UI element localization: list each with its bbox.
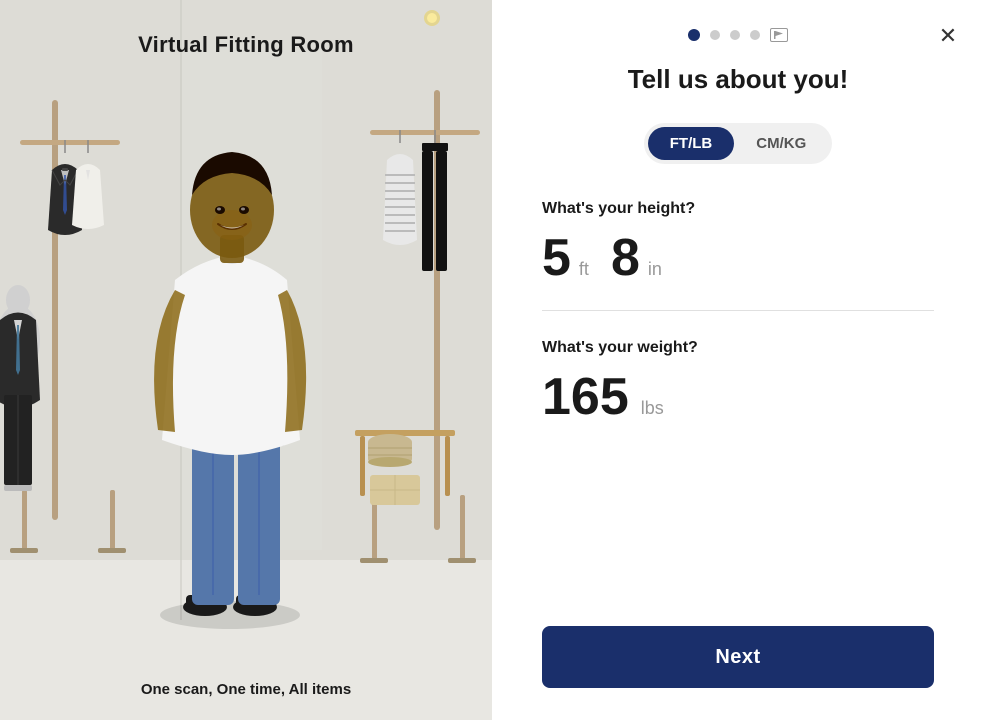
right-panel: ✕ Tell us about you! FT/LB CM/KG What's … — [492, 0, 984, 720]
weight-section: What's your weight? 165 lbs — [542, 339, 934, 431]
weight-value-row: 165 lbs — [542, 371, 934, 423]
unit-cmkg-button[interactable]: CM/KG — [734, 127, 828, 160]
height-label: What's your height? — [542, 200, 934, 218]
progress-dot-2 — [710, 30, 720, 40]
height-inches-value: 8 — [611, 232, 640, 284]
weight-unit: lbs — [641, 398, 664, 419]
progress-flag-icon — [770, 28, 788, 42]
unit-toggle: FT/LB CM/KG — [644, 123, 833, 164]
height-feet-value: 5 — [542, 232, 571, 284]
height-feet-unit: ft — [579, 259, 589, 280]
close-button[interactable]: ✕ — [932, 20, 964, 52]
progress-indicator — [542, 0, 934, 42]
progress-dot-1 — [688, 29, 700, 41]
height-section: What's your height? 5 ft 8 in — [542, 200, 934, 292]
height-value-row: 5 ft 8 in — [542, 232, 934, 284]
height-inches-unit: in — [648, 259, 662, 280]
progress-dot-4 — [750, 30, 760, 40]
subtitle-text: One scan, One time, All items — [0, 681, 492, 698]
section-divider — [542, 310, 934, 311]
left-panel: Virtual Fitting Room — [0, 0, 492, 720]
panel-title: Tell us about you! — [542, 64, 934, 95]
weight-label: What's your weight? — [542, 339, 934, 357]
weight-value: 165 — [542, 371, 629, 423]
unit-ftlb-button[interactable]: FT/LB — [648, 127, 735, 160]
fitting-room-title: Virtual Fitting Room — [138, 32, 354, 58]
next-button[interactable]: Next — [542, 626, 934, 688]
progress-dot-3 — [730, 30, 740, 40]
